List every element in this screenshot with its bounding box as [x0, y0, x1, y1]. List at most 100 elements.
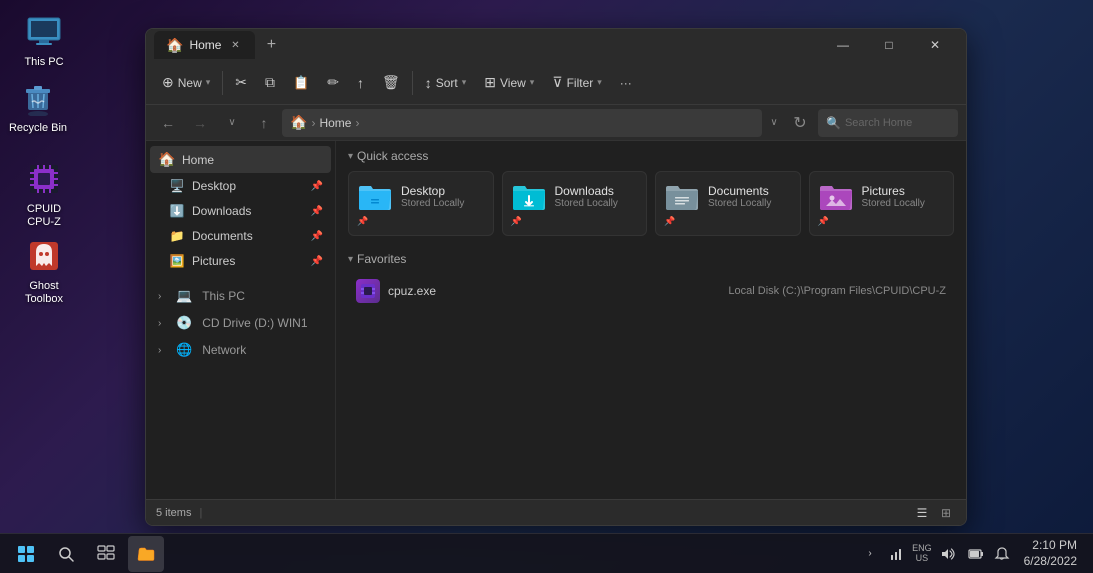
pin-pictures-icon[interactable]: 📌 [311, 256, 323, 267]
minimize-btn[interactable]: — [820, 29, 866, 61]
address-sep2: › [355, 116, 359, 130]
battery-icon[interactable] [964, 536, 988, 572]
desktop-icon-cpuid[interactable]: CPUID CPU-Z [8, 155, 80, 233]
task-view-btn[interactable] [88, 536, 124, 572]
sidebar-item-downloads[interactable]: ⬇️ Downloads 📌 [150, 199, 331, 223]
clock-display[interactable]: 2:10 PM 6/28/2022 [1016, 538, 1085, 569]
sidebar-item-desktop[interactable]: 🖥️ Desktop 📌 [150, 174, 331, 198]
expand-network-arrow: › [158, 345, 170, 356]
search-taskbar-btn[interactable] [48, 536, 84, 572]
search-box[interactable]: 🔍 Search Home [818, 109, 958, 137]
qa-desktop-name: Desktop [401, 184, 464, 198]
address-dropdown-btn[interactable]: ∨ [766, 109, 782, 137]
maximize-btn[interactable]: □ [866, 29, 912, 61]
downloads-sidebar-icon: ⬇️ [168, 204, 186, 218]
qa-item-downloads[interactable]: Downloads Stored Locally 📌 [502, 171, 648, 236]
tab-add-btn[interactable]: + [257, 31, 285, 59]
explorer-tab-home[interactable]: 🏠 Home ✕ [154, 31, 255, 59]
pin-downloads-icon[interactable]: 📌 [311, 206, 323, 217]
rename-btn[interactable]: ✏ [319, 67, 347, 99]
new-btn[interactable]: ⊕ New ▾ [154, 67, 218, 99]
sidebar-item-pictures[interactable]: 🖼️ Pictures 📌 [150, 249, 331, 273]
nav-refresh-btn[interactable]: ↻ [786, 109, 814, 137]
pin-desktop-icon[interactable]: 📌 [311, 181, 323, 192]
fav-item-cpuz[interactable]: cpuz.exe Local Disk (C:)\Program Files\C… [348, 274, 954, 308]
filter-dropdown-icon: ▾ [597, 77, 602, 88]
taskbar: › ENG US [0, 533, 1093, 573]
qa-documents-name: Documents [708, 184, 771, 198]
address-bar[interactable]: 🏠 › Home › [282, 109, 762, 137]
desktop-icon-this-pc-label: This PC [24, 56, 63, 69]
favorites-section: ▾ Favorites [348, 252, 954, 308]
qa-pictures-folder-icon [818, 180, 854, 212]
this-pc-nav-icon: 💻 [176, 288, 192, 304]
cpuid-icon [24, 159, 64, 199]
nav-up-btn[interactable]: ↑ [250, 109, 278, 137]
close-btn[interactable]: ✕ [912, 29, 958, 61]
grid-view-btn[interactable]: ⊞ [936, 503, 956, 523]
notifications-icon[interactable] [990, 536, 1014, 572]
share-btn[interactable]: ↑ [349, 67, 372, 99]
file-explorer-taskbar-btn[interactable] [128, 536, 164, 572]
sidebar-item-home[interactable]: 🏠 Home [150, 146, 331, 173]
qa-desktop-pin: 📌 [357, 216, 368, 227]
volume-icon[interactable] [934, 536, 962, 572]
copy-btn[interactable]: ⧉ [257, 67, 283, 99]
rename-icon: ✏ [327, 74, 339, 91]
sidebar-item-documents[interactable]: 📁 Documents 📌 [150, 224, 331, 248]
cut-btn[interactable]: ✂ [227, 67, 255, 99]
desktop-icon-this-pc[interactable]: This PC [8, 8, 80, 73]
start-btn[interactable] [8, 536, 44, 572]
qa-documents-pin: 📌 [664, 216, 675, 227]
sort-btn[interactable]: ↕ Sort ▾ [417, 67, 475, 99]
copy-icon: ⧉ [265, 74, 275, 91]
expand-this-pc-arrow: › [158, 291, 170, 302]
status-bar: 5 items | ☰ ⊞ [146, 499, 966, 525]
sidebar-downloads-label: Downloads [192, 204, 305, 218]
pin-documents-icon[interactable]: 📌 [311, 231, 323, 242]
favorites-header[interactable]: ▾ Favorites [348, 252, 954, 266]
more-icon: ··· [620, 76, 632, 90]
more-btn[interactable]: ··· [612, 67, 640, 99]
sort-label: Sort [436, 76, 458, 90]
list-view-btn[interactable]: ☰ [912, 503, 932, 523]
paste-btn[interactable]: 📋 [285, 67, 317, 99]
qa-item-documents[interactable]: Documents Stored Locally 📌 [655, 171, 801, 236]
systray-chevron-btn[interactable]: › [860, 536, 880, 572]
qa-downloads-folder-icon [511, 180, 547, 212]
qa-downloads-name: Downloads [555, 184, 618, 198]
desktop-icon-recycle-bin[interactable]: Recycle Bin [2, 74, 74, 139]
desktop-icon-ghost-toolbox[interactable]: Ghost Toolbox [8, 232, 80, 310]
qa-pictures-name: Pictures [862, 184, 925, 198]
favorites-chevron: ▾ [348, 254, 353, 265]
sidebar: 🏠 Home 🖥️ Desktop 📌 ⬇️ Downloads 📌 📁 Doc… [146, 141, 336, 499]
quick-access-header[interactable]: ▾ Quick access [348, 149, 954, 163]
sidebar-expand-cd-drive[interactable]: › 💿 CD Drive (D:) WIN1 [150, 310, 331, 336]
qa-downloads-sub: Stored Locally [555, 198, 618, 209]
qa-pictures-pin: 📌 [818, 216, 829, 227]
paste-icon: 📋 [293, 75, 309, 91]
content-area: 🏠 Home 🖥️ Desktop 📌 ⬇️ Downloads 📌 📁 Doc… [146, 141, 966, 499]
network-icon[interactable] [882, 536, 910, 572]
desktop-icon-cpuid-label: CPUID CPU-Z [12, 203, 76, 229]
delete-btn[interactable]: 🗑 [374, 67, 408, 99]
nav-recent-btn[interactable]: ∨ [218, 109, 246, 137]
qa-item-pictures[interactable]: Pictures Stored Locally 📌 [809, 171, 955, 236]
file-pane: ▾ Quick access [336, 141, 966, 499]
qa-item-desktop[interactable]: Desktop Stored Locally 📌 [348, 171, 494, 236]
view-btn[interactable]: ⊞ View ▾ [476, 67, 542, 99]
desktop-sidebar-icon: 🖥️ [168, 179, 186, 193]
sidebar-expand-this-pc[interactable]: › 💻 This PC [150, 283, 331, 309]
sidebar-expand-network[interactable]: › 🌐 Network [150, 337, 331, 363]
nav-back-btn[interactable]: ← [154, 109, 182, 137]
tab-close-btn[interactable]: ✕ [227, 37, 243, 53]
filter-btn[interactable]: ⊽ Filter ▾ [544, 67, 609, 99]
quick-access-label: Quick access [357, 149, 428, 163]
favorites-label: Favorites [357, 252, 406, 266]
sidebar-desktop-label: Desktop [192, 179, 305, 193]
address-sep1: › [311, 116, 315, 130]
nav-forward-btn[interactable]: → [186, 109, 214, 137]
desktop-icon-ghost-toolbox-label: Ghost Toolbox [12, 280, 76, 306]
sort-dropdown-icon: ▾ [462, 77, 467, 88]
new-dropdown-icon: ▾ [206, 77, 211, 88]
